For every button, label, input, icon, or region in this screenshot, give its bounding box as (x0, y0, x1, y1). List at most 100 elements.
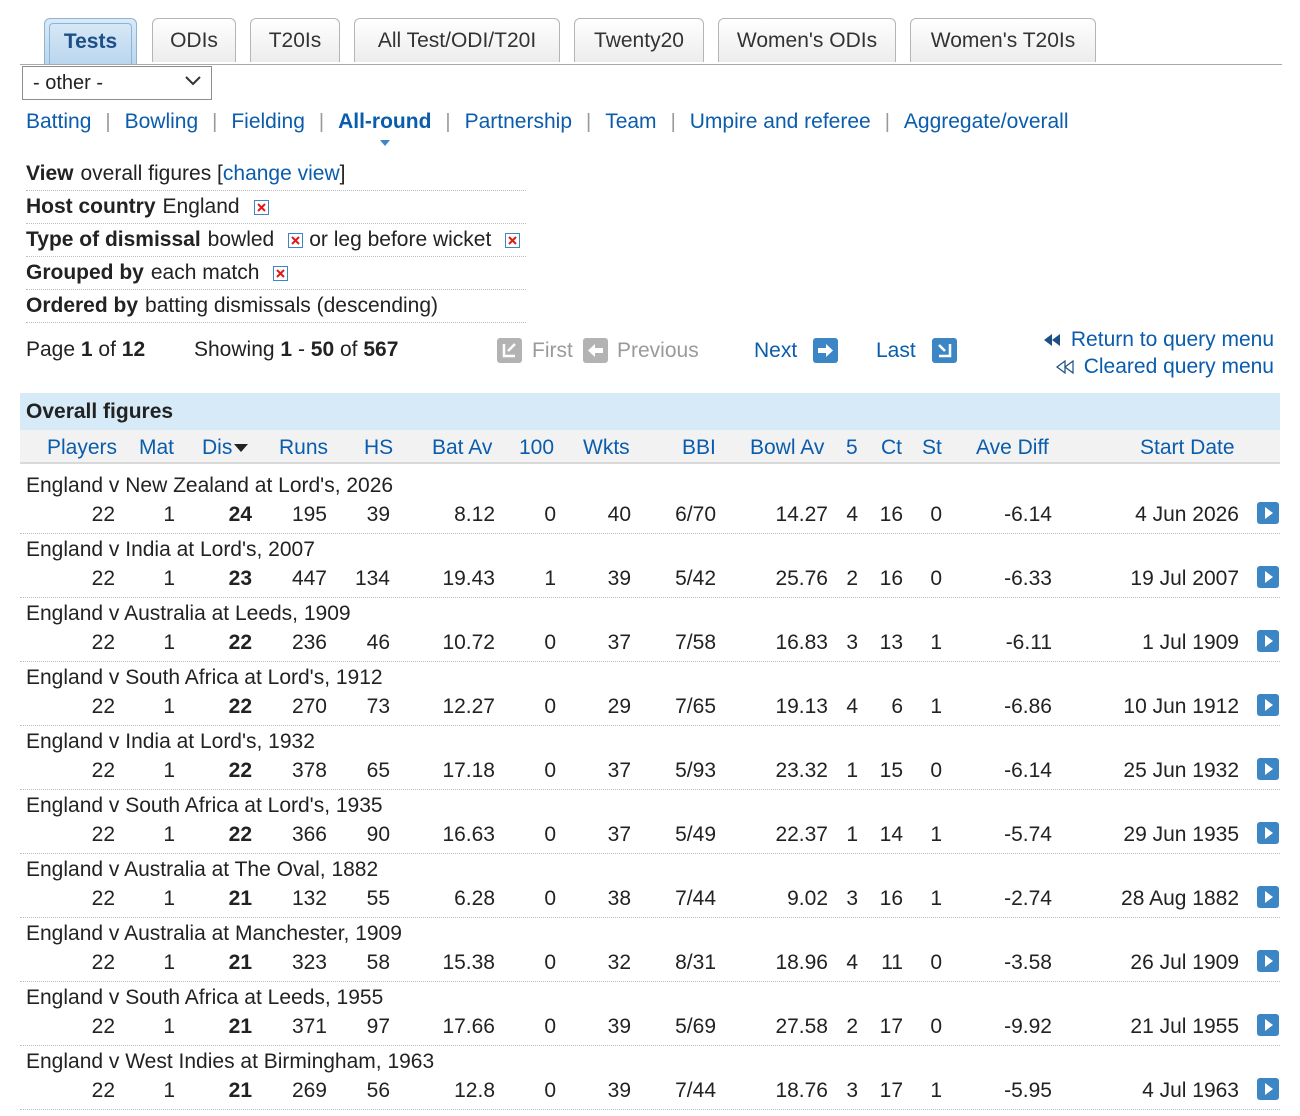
table-caption: Overall figures (20, 393, 1280, 430)
col-bbi[interactable]: BBI (682, 436, 716, 460)
change-view-link[interactable]: change view (223, 162, 340, 186)
col-players[interactable]: Players (47, 436, 117, 460)
other-format-select[interactable]: - other - (22, 66, 212, 100)
cell-bbi: 5/69 (675, 1015, 716, 1038)
col-ct[interactable]: Ct (881, 436, 902, 460)
cell-bat-av: 15.38 (442, 951, 495, 974)
nav-partnership[interactable]: Partnership (465, 110, 572, 134)
cell-ave-diff: -3.58 (1004, 951, 1052, 974)
active-indicator-icon (379, 140, 390, 146)
tab-tests[interactable]: Tests (44, 18, 137, 64)
col-bowl-av[interactable]: Bowl Av (750, 436, 824, 460)
query-filters: View overall figures [change view] Host … (26, 158, 527, 323)
remove-filter-icon[interactable] (273, 265, 289, 281)
match-title-link[interactable]: England v Australia at Manchester, 1909 (26, 922, 402, 946)
play-arrow-icon[interactable] (1257, 1078, 1279, 1100)
match-title-link[interactable]: England v Australia at The Oval, 1882 (26, 858, 378, 882)
play-arrow-icon[interactable] (1257, 886, 1279, 908)
return-to-query-menu-link[interactable]: Return to query menu (1043, 326, 1274, 353)
cell-bowl-av: 14.27 (775, 503, 828, 526)
col-hs[interactable]: HS (364, 436, 393, 460)
rewind-icon (1055, 359, 1074, 374)
play-arrow-icon[interactable] (1257, 758, 1279, 780)
cell-5: 1 (846, 823, 858, 846)
cell-st: 0 (930, 1015, 942, 1038)
tab-twenty20[interactable]: Twenty20 (574, 18, 704, 62)
match-title-link[interactable]: England v West Indies at Birmingham, 196… (26, 1050, 434, 1074)
cell-5: 1 (846, 759, 858, 782)
col-runs[interactable]: Runs (279, 436, 328, 460)
match-title-link[interactable]: England v South Africa at Lord's, 1912 (26, 666, 383, 690)
cell-ct: 16 (879, 567, 903, 590)
nav-bowling[interactable]: Bowling (125, 110, 199, 134)
cell-ct: 11 (881, 951, 903, 974)
remove-filter-icon[interactable] (505, 232, 521, 248)
cell-mat: 1 (163, 695, 175, 718)
table-row: England v Australia at Manchester, 1909 2… (20, 918, 1280, 982)
cell-players: 22 (91, 631, 115, 654)
cell-bowl-av: 27.58 (775, 1015, 828, 1038)
nav-separator: | (318, 110, 325, 133)
cell-runs: 378 (291, 759, 327, 782)
match-title-link[interactable]: England v South Africa at Leeds, 1955 (26, 986, 383, 1010)
cell-wkts: 39 (607, 1079, 631, 1102)
col-mat[interactable]: Mat (139, 436, 174, 460)
cell-ct: 16 (879, 887, 903, 910)
tab-womens-t20is[interactable]: Women's T20Is (910, 18, 1096, 62)
cell-bat-av: 16.63 (442, 823, 495, 846)
cell-hs: 46 (366, 631, 390, 654)
tab-all-test-odi-t20i[interactable]: All Test/ODI/T20I (354, 18, 560, 62)
results-table-body: England v New Zealand at Lord's, 2026 22 1… (20, 470, 1280, 1110)
col-5[interactable]: 5 (846, 436, 858, 460)
cell-mat: 1 (163, 823, 175, 846)
nav-all-round[interactable]: All-round (338, 110, 431, 146)
col-100[interactable]: 100 (519, 436, 554, 460)
play-arrow-icon[interactable] (1257, 1014, 1279, 1036)
cell-5: 3 (846, 1079, 858, 1102)
play-arrow-icon[interactable] (1257, 822, 1279, 844)
remove-filter-icon[interactable] (253, 199, 269, 215)
col-st[interactable]: St (922, 436, 942, 460)
col-ave-diff[interactable]: Ave Diff (976, 436, 1049, 460)
play-arrow-icon[interactable] (1257, 630, 1279, 652)
play-arrow-icon[interactable] (1257, 950, 1279, 972)
play-arrow-icon[interactable] (1257, 566, 1279, 588)
cell-hs: 39 (366, 503, 390, 526)
cell-ct: 14 (879, 823, 903, 846)
next-page-button[interactable]: Next (754, 338, 839, 363)
nav-team[interactable]: Team (605, 110, 656, 134)
match-title-link[interactable]: England v New Zealand at Lord's, 2026 (26, 474, 393, 498)
cell-dis: 22 (228, 759, 252, 782)
match-title-link[interactable]: England v India at Lord's, 2007 (26, 538, 315, 562)
cell-wkts: 39 (607, 567, 631, 590)
tab-womens-odis[interactable]: Women's ODIs (718, 18, 896, 62)
cell-ct: 17 (879, 1015, 903, 1038)
play-arrow-icon[interactable] (1257, 694, 1279, 716)
col-start-date[interactable]: Start Date (1140, 436, 1235, 460)
cell-bbi: 8/31 (675, 951, 716, 974)
nav-aggregate-overall[interactable]: Aggregate/overall (904, 110, 1069, 134)
match-title-link[interactable]: England v India at Lord's, 1932 (26, 730, 315, 754)
col-wkts[interactable]: Wkts (583, 436, 630, 460)
nav-batting[interactable]: Batting (26, 110, 91, 134)
tab-odis[interactable]: ODIs (152, 18, 236, 62)
match-title-link[interactable]: England v Australia at Leeds, 1909 (26, 602, 351, 626)
cell-st: 1 (930, 887, 942, 910)
nav-fielding[interactable]: Fielding (231, 110, 305, 134)
tab-t20is[interactable]: T20Is (250, 18, 340, 62)
cell-bbi: 5/93 (675, 759, 716, 782)
remove-filter-icon[interactable] (288, 232, 304, 248)
cell-dis: 21 (228, 887, 252, 910)
col-dis[interactable]: Dis (202, 436, 249, 460)
table-header: Players Mat Dis Runs HS Bat Av 100 Wkts … (20, 430, 1280, 464)
last-page-button[interactable]: Last (876, 338, 957, 363)
cell-runs: 132 (291, 887, 327, 910)
previous-page-button: Previous (583, 338, 699, 363)
match-title-link[interactable]: England v South Africa at Lord's, 1935 (26, 794, 383, 818)
cleared-query-menu-link[interactable]: Cleared query menu (1043, 353, 1274, 380)
play-arrow-icon[interactable] (1257, 502, 1279, 524)
col-bat-av[interactable]: Bat Av (432, 436, 492, 460)
nav-umpire-and-referee[interactable]: Umpire and referee (690, 110, 871, 134)
cell-players: 22 (91, 951, 115, 974)
cell-ct: 16 (879, 503, 903, 526)
